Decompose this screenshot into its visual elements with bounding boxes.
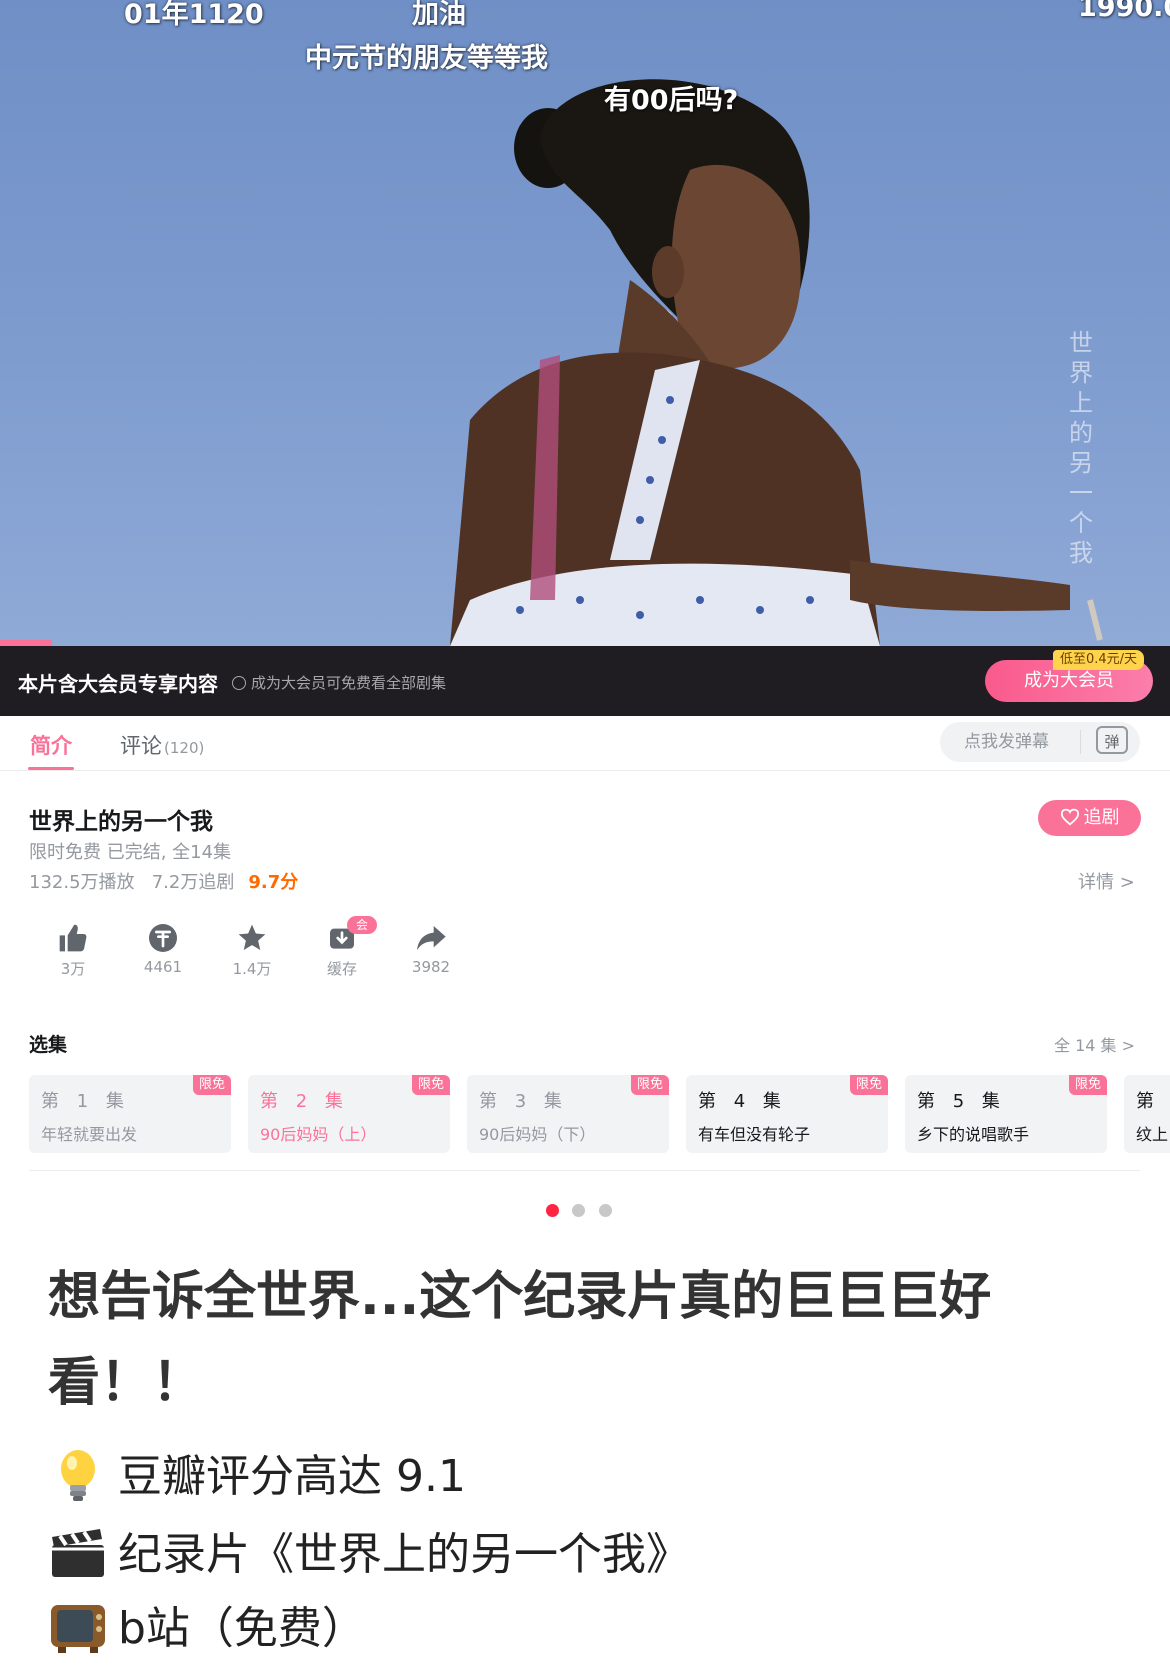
episode-title: 乡下的说唱歌手: [917, 1125, 1030, 1144]
episode-number: 第 5 集: [917, 1091, 1006, 1112]
episode-card-current[interactable]: 第 2 集 90后妈妈（上） 限免: [248, 1075, 450, 1153]
vip-badge: 会员: [347, 916, 377, 950]
detail-tabs: 简介 评论 (120) 点我发弹幕 弹: [0, 716, 1170, 771]
coin-icon: [149, 924, 177, 952]
like-count: 3万: [60, 960, 86, 978]
vip-promo-hint-text: 成为大会员可免费看全部剧集: [251, 674, 447, 692]
tab-comments-label: 评论: [120, 734, 162, 758]
episode-title: 年轻就要出发: [41, 1125, 138, 1144]
post-line-text: 纪录片《世界上的另一个我》: [118, 1529, 690, 1580]
coin-count: 4461: [143, 958, 183, 976]
episode-title: 90后妈妈（上）: [260, 1125, 377, 1144]
carousel-dot[interactable]: [572, 1204, 585, 1217]
details-link[interactable]: 详情 >: [1078, 868, 1135, 894]
video-player[interactable]: 01年1120 加油 1990.0 中元节的朋友等等我 有00后吗? 世界上的另…: [0, 0, 1170, 646]
episode-list[interactable]: 第 1 集 年轻就要出发 限免 第 2 集 90后妈妈（上） 限免 第 3 集 …: [29, 1075, 1170, 1155]
like-button[interactable]: 3万: [38, 922, 108, 979]
all-episodes-link[interactable]: 全 14 集 >: [1054, 1032, 1135, 1056]
share-icon: [417, 926, 446, 950]
divider: [29, 1170, 1140, 1171]
vip-promo-bar: 本片含大会员专享内容 成为大会员可免费看全部剧集 成为大会员 低至0.4元/天: [0, 646, 1170, 716]
episode-title: 有车但没有轮子: [698, 1125, 811, 1144]
free-badge: 限免: [192, 1075, 231, 1095]
carousel-dot[interactable]: [599, 1204, 612, 1217]
episodes-header: 选集: [29, 1034, 68, 1056]
follow-count: 7.2万追剧: [151, 872, 235, 893]
post-line: b站（免费）: [48, 1592, 366, 1656]
light-bulb-icon: [61, 1450, 95, 1501]
video-watermark: 世界上的另一个我: [1069, 329, 1093, 567]
follow-show-button[interactable]: 追剧: [1038, 800, 1141, 836]
post-line: 纪录片《世界上的另一个我》: [48, 1518, 690, 1582]
show-score: 9.7分: [248, 872, 299, 893]
danmaku-comment: 01年1120: [124, 0, 264, 30]
clock-icon: [232, 676, 246, 690]
vip-promo-hint: 成为大会员可免费看全部剧集: [232, 672, 446, 693]
free-badge: 限免: [630, 1075, 669, 1095]
free-badge: 限免: [1068, 1075, 1107, 1095]
episode-card[interactable]: 第 3 集 90后妈妈（下） 限免: [467, 1075, 669, 1153]
vip-promo-title: 本片含大会员专享内容: [18, 672, 218, 696]
episode-title: 纹上: [1136, 1125, 1169, 1144]
episode-number: 第 4 集: [698, 1091, 787, 1112]
follow-show-label: 追剧: [1083, 807, 1120, 828]
episode-number: 第: [1136, 1091, 1160, 1112]
danmaku-comment: 有00后吗?: [604, 85, 739, 116]
video-frame: [450, 79, 1103, 646]
danmaku-comment: 中元节的朋友等等我: [305, 43, 548, 74]
free-badge: 限免: [849, 1075, 888, 1095]
episode-number: 第 1 集: [41, 1091, 130, 1112]
heart-icon: [1060, 808, 1079, 826]
show-status: 限时免费 已完结, 全14集: [29, 842, 232, 863]
favorite-count: 1.4万: [232, 960, 272, 978]
thumbs-up-icon: [59, 924, 87, 952]
free-badge: 限免: [411, 1075, 450, 1095]
danmaku-comment: 1990.0: [1078, 0, 1170, 23]
coin-button[interactable]: 4461: [128, 922, 198, 976]
post-line: 豆瓣评分高达 9.1: [48, 1440, 466, 1504]
episode-number: 第 2 集: [260, 1091, 349, 1112]
tab-comments-count: (120): [164, 739, 205, 757]
play-count: 132.5万播放: [29, 872, 135, 893]
danmaku-input-placeholder: 点我发弹幕: [964, 732, 1049, 752]
post-line-text: 豆瓣评分高达 9.1: [118, 1451, 466, 1502]
episode-title: 90后妈妈（下）: [479, 1125, 596, 1144]
post-line-text: b站（免费）: [118, 1603, 366, 1654]
share-button[interactable]: 3982: [396, 922, 466, 976]
share-count: 3982: [411, 958, 451, 976]
download-button[interactable]: 会员 缓存: [307, 916, 377, 979]
television-icon: [51, 1605, 105, 1653]
divider: [1080, 730, 1081, 754]
show-title: 世界上的另一个我: [29, 809, 213, 835]
episode-card[interactable]: 第 1 集 年轻就要出发 限免: [29, 1075, 231, 1153]
danmaku-comment: 加油: [412, 0, 466, 30]
download-label: 缓存: [326, 960, 357, 978]
episode-card[interactable]: 第 4 集 有车但没有轮子 限免: [686, 1075, 888, 1153]
tab-intro[interactable]: 简介: [28, 730, 74, 770]
danmaku-toggle-icon[interactable]: 弹: [1096, 726, 1128, 754]
episode-number: 第 3 集: [479, 1091, 568, 1112]
favorite-button[interactable]: 1.4万: [217, 922, 287, 979]
carousel-dot-active[interactable]: [546, 1204, 559, 1217]
post-title: 想告诉全世界...这个纪录片真的巨巨巨好看！！: [48, 1267, 992, 1413]
vip-price-tag: 低至0.4元/天: [1053, 650, 1145, 670]
episode-card[interactable]: 第 纹上: [1124, 1075, 1170, 1153]
show-stats: 132.5万播放 7.2万追剧 9.7分: [29, 868, 298, 894]
clapperboard-icon: [52, 1529, 104, 1577]
episode-card[interactable]: 第 5 集 乡下的说唱歌手 限免: [905, 1075, 1107, 1153]
tab-comments[interactable]: 评论 (120): [120, 730, 204, 760]
star-icon: [238, 924, 266, 950]
